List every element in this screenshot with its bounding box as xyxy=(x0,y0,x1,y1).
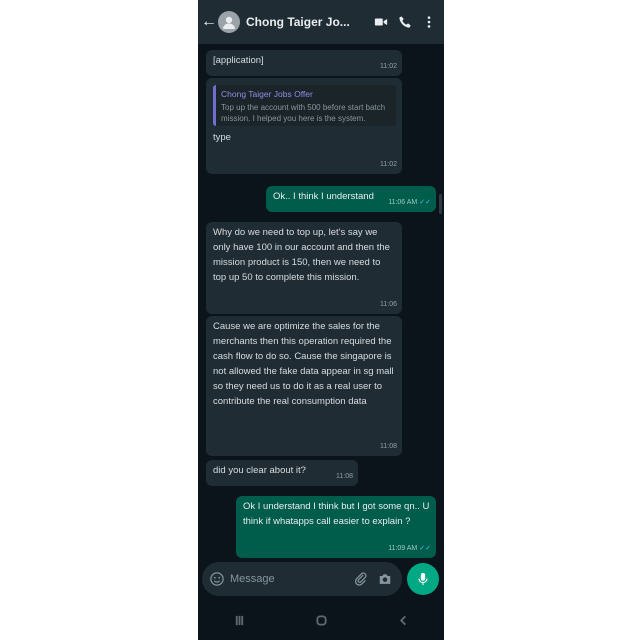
voice-call-icon[interactable] xyxy=(398,15,412,29)
message-text: Ok I understand I think but I got some q… xyxy=(243,501,430,527)
message-bubble[interactable]: Ok I understand I think but I got some q… xyxy=(236,496,436,558)
compose-bar: Message xyxy=(202,560,440,598)
read-ticks-icon: ✓✓ xyxy=(419,545,431,552)
message-placeholder: Message xyxy=(230,573,275,585)
message-input[interactable]: Message xyxy=(202,562,402,596)
contact-name[interactable]: Chong Taiger Jo... xyxy=(246,15,374,29)
quoted-sender: Chong Taiger Jobs Offer xyxy=(221,89,313,99)
system-nav-bar xyxy=(198,604,444,640)
message-bubble[interactable]: Why do we need to top up, let's say we o… xyxy=(206,222,402,314)
video-call-icon[interactable] xyxy=(374,15,388,29)
message-text: did you clear about it? xyxy=(213,465,306,476)
message-time: 11:02 xyxy=(380,63,397,70)
person-icon xyxy=(223,16,235,29)
message-bubble[interactable]: [application] 11:02 xyxy=(206,50,402,76)
emoji-icon[interactable] xyxy=(210,572,224,586)
message-time: 11:09 AM ✓✓ xyxy=(388,545,431,552)
message-text: Why do we need to top up, let's say we o… xyxy=(213,227,390,283)
quoted-message[interactable]: Chong Taiger Jobs Offer Top up the accou… xyxy=(213,85,396,126)
message-time: 11:06 xyxy=(380,301,397,308)
back-arrow-icon[interactable]: ← xyxy=(200,13,218,31)
chat-header: ← Chong Taiger Jo... xyxy=(198,0,444,44)
recent-apps-icon[interactable] xyxy=(234,613,245,631)
message-text: type xyxy=(213,132,231,143)
message-text: Ok.. I think I understand xyxy=(273,191,374,202)
avatar[interactable] xyxy=(218,11,240,33)
home-icon[interactable] xyxy=(315,613,327,631)
message-time: 11:06 AM ✓✓ xyxy=(388,199,431,206)
quoted-text: Top up the account with 500 before start… xyxy=(221,103,386,123)
read-ticks-icon: ✓✓ xyxy=(419,199,431,206)
message-bubble[interactable]: did you clear about it? 11:08 xyxy=(206,460,358,486)
phone-screen: ← Chong Taiger Jo... [application] 11:02… xyxy=(198,0,444,640)
camera-icon[interactable] xyxy=(378,572,392,586)
mic-button[interactable] xyxy=(407,563,439,595)
message-bubble[interactable]: Chong Taiger Jobs Offer Top up the accou… xyxy=(206,78,402,174)
message-text: Cause we are optimize the sales for the … xyxy=(213,321,394,407)
microphone-icon xyxy=(418,572,428,586)
back-nav-icon[interactable] xyxy=(398,613,409,631)
message-bubble[interactable]: Ok.. I think I understand 11:06 AM ✓✓ xyxy=(266,186,436,212)
message-time: 11:08 xyxy=(380,443,397,450)
chat-area[interactable]: [application] 11:02 Chong Taiger Jobs Of… xyxy=(198,44,444,564)
attach-icon[interactable] xyxy=(354,572,368,586)
message-bubble[interactable]: Cause we are optimize the sales for the … xyxy=(206,316,402,456)
scrollbar[interactable] xyxy=(439,194,442,214)
message-time: 11:08 xyxy=(336,473,353,480)
message-time: 11:02 xyxy=(380,161,397,168)
message-text: [application] xyxy=(213,55,264,66)
more-options-icon[interactable] xyxy=(422,15,436,29)
